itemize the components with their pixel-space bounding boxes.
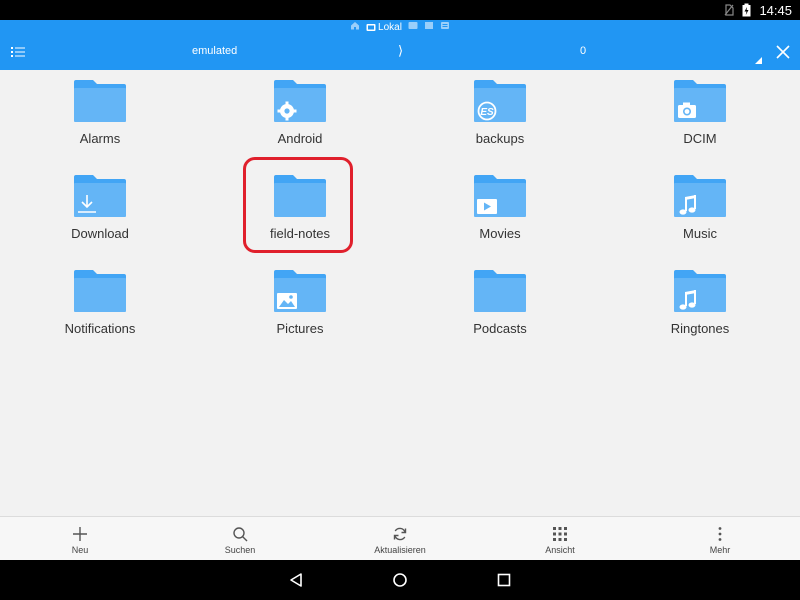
- close-button[interactable]: [771, 40, 795, 64]
- grid-view-icon: [553, 527, 567, 541]
- phone-storage-icon: [366, 23, 376, 31]
- folder-label: backups: [475, 131, 525, 146]
- folder-label: Notifications: [64, 321, 136, 336]
- folder-label: Android: [277, 131, 323, 146]
- close-icon: [776, 45, 790, 59]
- breadcrumb: Lokal: [0, 20, 800, 34]
- refresh-label: Aktualisieren: [374, 545, 426, 555]
- folder-label: Pictures: [276, 321, 324, 336]
- status-bar: 14:45: [0, 0, 800, 20]
- selection-count: 0: [580, 45, 587, 57]
- svg-text:ES: ES: [480, 107, 494, 118]
- recents-square-icon: [497, 573, 511, 587]
- navigation-bar: [0, 560, 800, 600]
- folder-item[interactable]: Alarms: [0, 70, 200, 160]
- breadcrumb-label: Lokal: [378, 21, 402, 33]
- app-bar: emulated ⟩ 0: [0, 34, 800, 70]
- folder-label: Movies: [479, 226, 521, 241]
- refresh-button[interactable]: Aktualisieren: [340, 517, 460, 561]
- folder-item[interactable]: Podcasts: [400, 260, 600, 350]
- plus-icon: [73, 527, 87, 541]
- new-button[interactable]: Neu: [20, 517, 140, 561]
- folder-item[interactable]: Notifications: [0, 260, 200, 350]
- more-vertical-icon: [718, 527, 722, 541]
- folder-icon: [674, 270, 726, 312]
- list-menu-icon: [11, 47, 25, 57]
- folder-icon: [74, 175, 126, 217]
- folder-icon: [674, 175, 726, 217]
- folder-item[interactable]: Ringtones: [600, 260, 800, 350]
- storage-icon[interactable]: [440, 21, 450, 33]
- view-label: Ansicht: [545, 545, 575, 555]
- back-button[interactable]: [284, 568, 308, 592]
- recents-button[interactable]: [492, 568, 516, 592]
- folder-item[interactable]: Music: [600, 165, 800, 255]
- view-button[interactable]: Ansicht: [500, 517, 620, 561]
- dropdown-triangle-icon[interactable]: [755, 57, 762, 64]
- folder-item[interactable]: Android: [200, 70, 400, 160]
- image-icon: [277, 293, 297, 309]
- folder-icon: [474, 270, 526, 312]
- home-circle-icon: [393, 573, 407, 587]
- menu-button[interactable]: [6, 40, 30, 64]
- search-button[interactable]: Suchen: [180, 517, 300, 561]
- folder-item[interactable]: Pictures: [200, 260, 400, 350]
- folder-icon: [274, 80, 326, 122]
- folder-item[interactable]: Movies: [400, 165, 600, 255]
- folder-item-selected[interactable]: field-notes: [200, 165, 400, 255]
- bottom-toolbar: Neu Suchen Aktualisieren Ansicht Mehr: [0, 516, 800, 560]
- refresh-icon: [393, 527, 407, 541]
- battery-charging-icon: [742, 3, 751, 17]
- home-button[interactable]: [388, 568, 412, 592]
- folder-label: Music: [683, 226, 717, 241]
- folder-item[interactable]: ES backups: [400, 70, 600, 160]
- network-icon[interactable]: [424, 21, 434, 33]
- home-icon[interactable]: [350, 21, 360, 33]
- search-label: Suchen: [224, 545, 256, 555]
- more-button[interactable]: Mehr: [660, 517, 780, 561]
- clock: 14:45: [759, 2, 792, 18]
- folder-item[interactable]: Download: [0, 165, 200, 255]
- folder-label: Podcasts: [473, 321, 527, 336]
- folder-icon: ES: [474, 80, 526, 122]
- folder-icon: [74, 80, 126, 122]
- status-icons: 14:45: [724, 0, 792, 20]
- breadcrumb-item-local[interactable]: Lokal: [366, 22, 402, 33]
- folder-label: field-notes: [270, 226, 330, 241]
- more-label: Mehr: [709, 545, 731, 555]
- search-icon: [233, 527, 248, 542]
- window-icon[interactable]: [408, 21, 418, 33]
- folder-label: Alarms: [79, 131, 121, 146]
- folder-icon: [274, 175, 326, 217]
- folder-grid: Alarms Android ES backups DCIM Download …: [0, 70, 800, 516]
- folder-label: Download: [71, 226, 129, 241]
- folder-label: DCIM: [683, 131, 717, 146]
- folder-icon: [474, 175, 526, 217]
- new-label: Neu: [71, 545, 89, 555]
- back-triangle-icon: [290, 573, 302, 587]
- folder-icon: [74, 270, 126, 312]
- play-icon: [477, 199, 497, 214]
- no-sim-icon: [724, 4, 735, 16]
- folder-icon: [274, 270, 326, 312]
- current-path[interactable]: emulated: [192, 45, 237, 57]
- path-separator: ⟩: [398, 43, 404, 58]
- folder-icon: [674, 80, 726, 122]
- folder-label: Ringtones: [670, 321, 730, 336]
- folder-item[interactable]: DCIM: [600, 70, 800, 160]
